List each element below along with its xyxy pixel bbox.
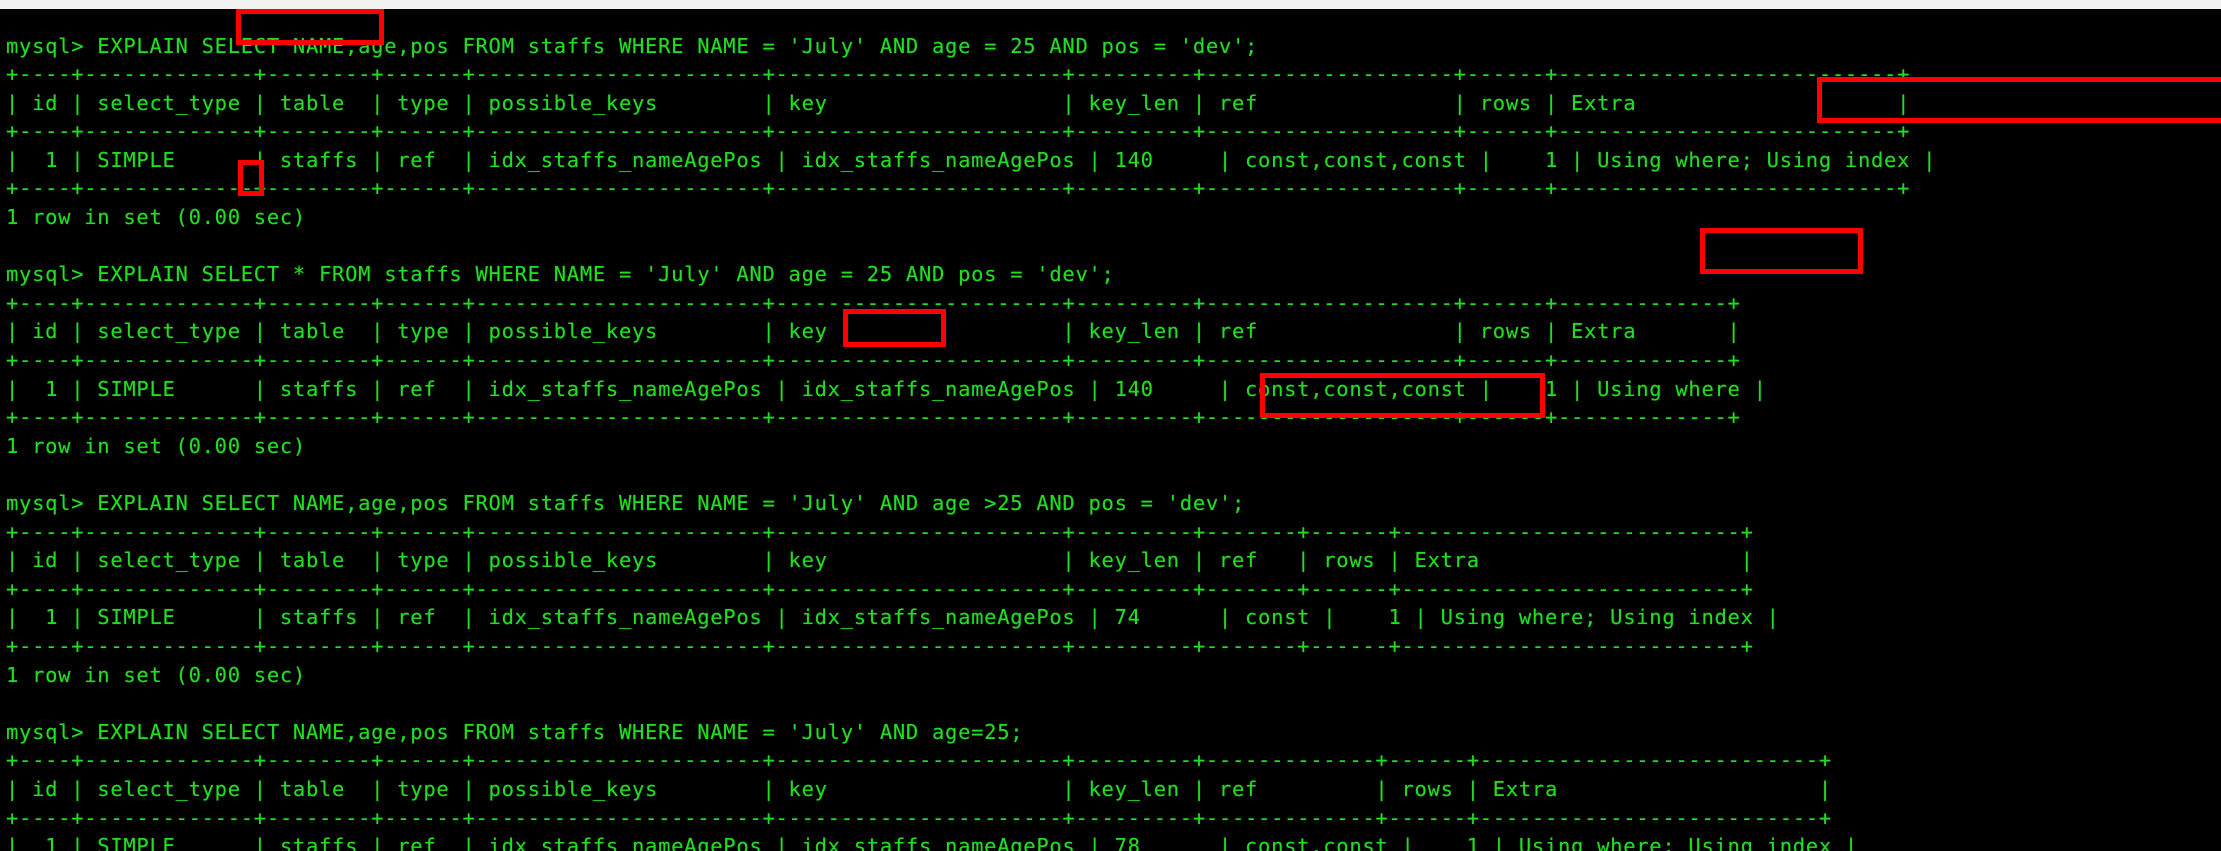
block-3-footer: 1 row in set (0.00 sec) [6, 662, 306, 687]
block-2-rule-bottom: +----+-------------+--------+------+----… [6, 405, 1741, 430]
spacer-2 [6, 460, 2221, 489]
block-1-header: | id | select_type | table | type | poss… [6, 90, 1911, 115]
block-1-rule-mid: +----+-------------+--------+------+----… [6, 119, 1911, 144]
block-1-row: | 1 | SIMPLE | staffs | ref | idx_staffs… [6, 147, 1937, 172]
terminal-screenshot: mysql> EXPLAIN SELECT NAME,age,pos FROM … [0, 0, 2221, 851]
block-3-rule-mid: +----+-------------+--------+------+----… [6, 576, 1754, 601]
block-2-rule-top: +----+-------------+--------+------+----… [6, 290, 1741, 315]
terminal-output[interactable]: mysql> EXPLAIN SELECT NAME,age,pos FROM … [0, 29, 2221, 851]
block-1-rule-bottom: +----+-------------+--------+------+----… [6, 176, 1911, 201]
block-3-query: mysql> EXPLAIN SELECT NAME,age,pos FROM … [6, 491, 1245, 515]
block-2-row: | 1 | SIMPLE | staffs | ref | idx_staffs… [6, 376, 1767, 401]
block-1-footer: 1 row in set (0.00 sec) [6, 205, 306, 230]
block-3-row: | 1 | SIMPLE | staffs | ref | idx_staffs… [6, 605, 1780, 630]
block-1-query: mysql> EXPLAIN SELECT NAME,age,pos FROM … [6, 33, 1259, 58]
block-4-query: mysql> EXPLAIN SELECT NAME,age,pos FROM … [6, 719, 1024, 744]
block-4-rule-top: +----+-------------+--------+------+----… [6, 748, 1832, 773]
window-top-strip [0, 0, 2221, 9]
spacer-3 [6, 689, 2221, 718]
block-2-header: | id | select_type | table | type | poss… [6, 319, 1741, 344]
block-4-header: | id | select_type | table | type | poss… [6, 776, 1832, 801]
block-3-rule-top: +----+-------------+--------+------+----… [6, 519, 1754, 544]
block-3-rule-bottom: +----+-------------+--------+------+----… [6, 633, 1754, 658]
block-2-query: mysql> EXPLAIN SELECT * FROM staffs WHER… [6, 262, 1115, 287]
block-1-rule-top: +----+-------------+--------+------+----… [6, 62, 1911, 87]
block-2-rule-mid: +----+-------------+--------+------+----… [6, 348, 1741, 373]
spacer-1 [6, 232, 2221, 261]
block-3-header: | id | select_type | table | type | poss… [6, 548, 1754, 573]
block-4-rule-mid: +----+-------------+--------+------+----… [6, 805, 1832, 830]
block-2-footer: 1 row in set (0.00 sec) [6, 433, 306, 458]
block-4-row: | 1 | SIMPLE | staffs | ref | idx_staffs… [6, 834, 1858, 851]
